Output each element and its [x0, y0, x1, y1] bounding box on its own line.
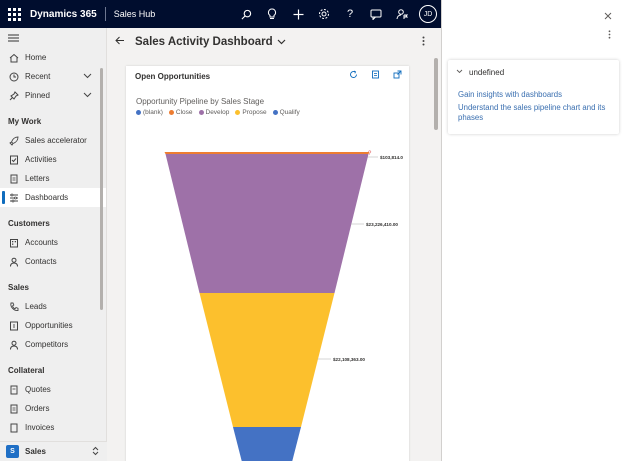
- help-link-pipeline[interactable]: Understand the sales pipeline chart and …: [458, 103, 613, 123]
- more-options-icon[interactable]: [608, 30, 611, 41]
- close-stage-marker: ?: [368, 151, 372, 157]
- sidebar-item-leads[interactable]: Leads: [0, 297, 106, 316]
- quote-icon: [8, 384, 19, 395]
- command-bar: Sales Activity Dashboard: [107, 28, 441, 56]
- help-section-title: undefined: [469, 68, 505, 77]
- chevron-updown-icon: [92, 446, 99, 458]
- sidebar-item-dashboards[interactable]: Dashboards: [0, 188, 106, 207]
- person-icon: [8, 256, 19, 267]
- app-launcher-icon[interactable]: [0, 0, 28, 28]
- search-icon[interactable]: [233, 0, 259, 28]
- section-customers: Customers: [8, 218, 50, 228]
- help-pane: undefined Gain insights with dashboards …: [441, 0, 624, 461]
- sidebar-item-label: Opportunities: [25, 321, 73, 330]
- sidebar-item-pinned[interactable]: Pinned: [0, 86, 106, 105]
- open-opportunities-card: Open Opportunities Opportunity Pipeline …: [126, 66, 409, 461]
- brand-name[interactable]: Dynamics 365: [30, 9, 97, 20]
- pin-icon: [8, 90, 19, 101]
- dashboard-icon: [8, 192, 19, 203]
- area-badge: S: [6, 445, 19, 458]
- sidebar-item-label: Activities: [25, 155, 57, 164]
- back-arrow-icon[interactable]: [115, 36, 125, 48]
- sidebar-item-opportunities[interactable]: Opportunities: [0, 316, 106, 335]
- sidebar-item-activities[interactable]: Activities: [0, 150, 106, 169]
- sidebar-item-letters[interactable]: Letters: [0, 169, 106, 188]
- activities-icon: [8, 154, 19, 165]
- home-icon: [8, 52, 19, 63]
- sidebar-item-sales-accelerator[interactable]: Sales accelerator: [0, 131, 106, 150]
- funnel-segment-develop[interactable]: [165, 154, 369, 293]
- sidebar-item-label: Pinned: [25, 91, 50, 100]
- sidebar-item-label: Accounts: [25, 238, 58, 247]
- sidebar-item-accounts[interactable]: Accounts: [0, 233, 106, 252]
- main-scrollbar[interactable]: [434, 58, 438, 130]
- sidebar-item-label: Recent: [25, 72, 51, 81]
- sidebar-item-label: Sales accelerator: [25, 136, 87, 145]
- more-options-icon[interactable]: [422, 36, 425, 49]
- person-flag-icon[interactable]: [389, 0, 415, 28]
- section-my-work: My Work: [8, 116, 42, 126]
- plus-icon[interactable]: [285, 0, 311, 28]
- sidebar-scrollbar[interactable]: [100, 68, 103, 310]
- sidebar: Home Recent Pinned My Work Sales acceler…: [0, 28, 107, 461]
- chevron-down-icon[interactable]: [83, 91, 92, 100]
- sidebar-item-label: Contacts: [25, 257, 57, 266]
- gear-icon[interactable]: [311, 0, 337, 28]
- dashboard-title[interactable]: Sales Activity Dashboard: [135, 36, 273, 48]
- sidebar-item-invoices[interactable]: Invoices: [0, 418, 106, 437]
- top-navigation-bar: Dynamics 365 Sales Hub ? JD: [0, 0, 441, 28]
- sidebar-item-home[interactable]: Home: [0, 48, 106, 67]
- help-section-header[interactable]: undefined: [456, 68, 504, 77]
- chevron-down-icon: [456, 69, 463, 76]
- sidebar-item-orders[interactable]: Orders: [0, 399, 106, 418]
- main-content: Sales Activity Dashboard Open Opportunit…: [107, 28, 441, 461]
- divider: [104, 7, 106, 21]
- phone-icon: [8, 301, 19, 312]
- question-icon[interactable]: ?: [337, 0, 363, 28]
- opportunity-icon: [8, 320, 19, 331]
- sidebar-item-label: Competitors: [25, 340, 69, 349]
- clock-icon: [8, 71, 19, 82]
- sidebar-item-quotes[interactable]: Quotes: [0, 380, 106, 399]
- chat-icon[interactable]: [363, 0, 389, 28]
- building-icon: [8, 237, 19, 248]
- section-sales: Sales: [8, 282, 29, 292]
- section-collateral: Collateral: [8, 365, 45, 375]
- sidebar-item-label: Letters: [25, 174, 50, 183]
- sidebar-item-contacts[interactable]: Contacts: [0, 252, 106, 271]
- app-name[interactable]: Sales Hub: [114, 9, 156, 19]
- invoice-icon: [8, 422, 19, 433]
- rocket-icon: [8, 135, 19, 146]
- sidebar-item-competitors[interactable]: Competitors: [0, 335, 106, 354]
- funnel-chart: $103,814.0 $23,226,410.00 $22,108,363.00?: [164, 151, 403, 461]
- user-avatar[interactable]: JD: [419, 5, 437, 23]
- funnel-segment-qualify[interactable]: [233, 427, 301, 461]
- funnel-segment-propose[interactable]: [199, 293, 335, 427]
- chevron-down-icon[interactable]: [83, 72, 92, 81]
- help-card: undefined Gain insights with dashboards …: [448, 60, 619, 134]
- hamburger-menu-icon[interactable]: [0, 28, 106, 48]
- chevron-down-icon[interactable]: [277, 37, 286, 47]
- area-switcher[interactable]: S Sales: [0, 441, 107, 461]
- document-icon: [8, 173, 19, 184]
- funnel-segment-close[interactable]: [164, 152, 370, 154]
- sidebar-item-label: Home: [25, 53, 47, 62]
- area-label: Sales: [25, 447, 46, 456]
- sidebar-item-label: Quotes: [25, 385, 51, 394]
- order-icon: [8, 403, 19, 414]
- lightbulb-icon[interactable]: [259, 0, 285, 28]
- sidebar-item-recent[interactable]: Recent: [0, 67, 106, 86]
- close-icon[interactable]: [604, 12, 612, 23]
- sidebar-item-label: Invoices: [25, 423, 55, 432]
- data-label: $23,226,410.00: [366, 222, 398, 227]
- sidebar-item-label: Leads: [25, 302, 47, 311]
- help-link-dashboards[interactable]: Gain insights with dashboards: [458, 90, 613, 100]
- data-label: $22,108,363.00: [333, 357, 365, 362]
- competitor-icon: [8, 339, 19, 350]
- sidebar-item-label: Dashboards: [25, 193, 69, 202]
- data-label: $103,814.0: [380, 155, 403, 160]
- sidebar-item-label: Orders: [25, 404, 50, 413]
